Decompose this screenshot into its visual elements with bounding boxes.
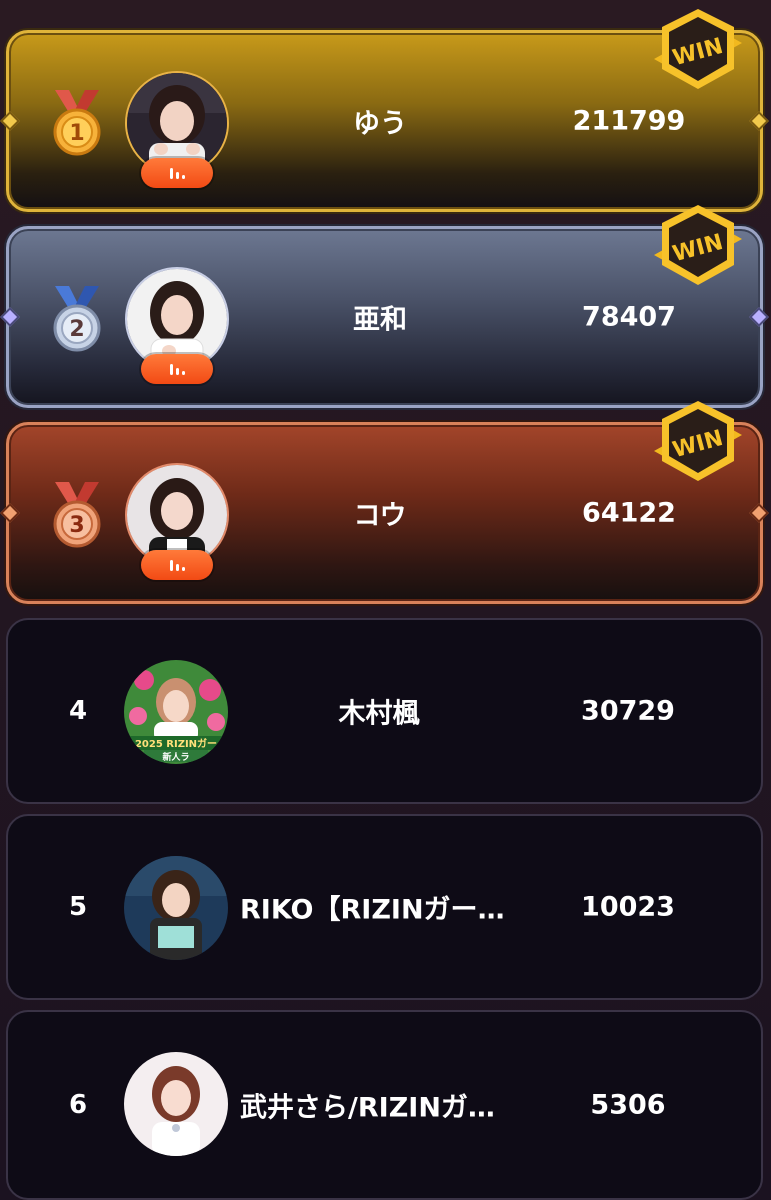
live-bars-icon [170,364,185,375]
row-diamond-right [749,503,769,523]
player-score: 211799 [572,105,686,137]
player-name: 武井さら/RIZINガールズ2025 [240,1092,518,1124]
bronze-medal-icon: 3 [53,482,101,548]
row-diamond-right [749,307,769,327]
leaderboard: 1 ゆう 211799 WIN 2 亜和 78407 WIN 3 コウ 6412… [0,0,771,1200]
silver-medal-icon: 2 [53,286,101,352]
row-diamond-right [749,111,769,131]
live-bars-icon [170,168,185,179]
player-name: コウ [353,500,407,532]
leaderboard-row-2[interactable]: 2 亜和 78407 WIN [0,205,769,408]
player-score: 10023 [581,891,675,923]
player-name: 亜和 [353,304,407,336]
rank-number: 4 [68,696,88,726]
live-badge[interactable] [141,550,213,580]
rank-number: 6 [68,1090,88,1120]
row-diamond-left [0,503,20,523]
leaderboard-row-3[interactable]: 3 コウ 64122 WIN [0,401,769,604]
gold-medal-icon: 1 [53,90,101,156]
player-name: ゆう [353,108,407,140]
player-score: 30729 [581,695,675,727]
avatar[interactable]: 2025 RIZINガー 新人ラ [124,660,228,764]
leaderboard-row-1[interactable]: 1 ゆう 211799 WIN [0,9,769,212]
win-badge-icon: WIN [654,9,742,89]
win-badge-icon: WIN [654,401,742,481]
avatar[interactable] [124,1052,228,1156]
medal-number-3: 3 [69,513,84,538]
row-diamond-left [0,111,20,131]
player-score: 5306 [590,1089,666,1121]
leaderboard-row-4[interactable]: 4 2025 RIZINガー 新人ラ 木村楓 30729 [6,618,763,804]
live-bars-icon [170,560,185,571]
leaderboard-row-6[interactable]: 6 武井さら/RIZINガールズ2025 5306 [6,1010,763,1200]
win-badge-icon: WIN [654,205,742,285]
avatar[interactable] [124,856,228,960]
avatar-banner-text: 2025 RIZINガー [135,737,217,750]
player-score: 78407 [582,301,676,333]
medal-number-1: 1 [69,121,84,146]
medal-number-2: 2 [69,317,84,342]
avatar-banner-subtext: 新人ラ [162,751,189,763]
live-badge[interactable] [141,158,213,188]
leaderboard-row-5[interactable]: 5 RIKO【RIZINガールズ2025】 10023 [6,814,763,1000]
live-badge[interactable] [141,354,213,384]
player-name: RIKO【RIZINガールズ2025】 [240,894,518,926]
player-name: 木村楓 [338,698,420,730]
rank-number: 5 [68,892,88,922]
player-score: 64122 [582,497,676,529]
row-diamond-left [0,307,20,327]
